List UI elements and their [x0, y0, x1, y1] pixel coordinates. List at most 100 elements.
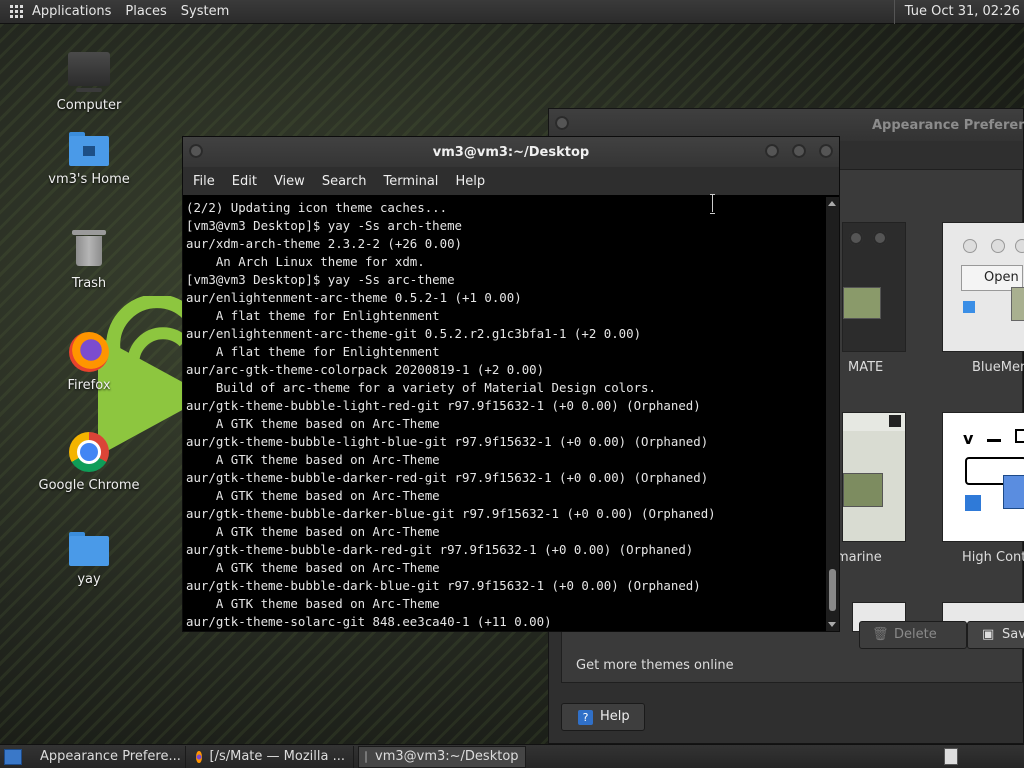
top-panel: Applications Places System Tue Oct 31, 0…: [0, 0, 1024, 24]
desktop-icon-label: Computer: [56, 98, 122, 113]
show-desktop-button[interactable]: [4, 748, 22, 765]
terminal-menubar: File Edit View Search Terminal Help: [183, 167, 839, 195]
clock[interactable]: Tue Oct 31, 02:26: [893, 0, 1024, 24]
terminal-line: A GTK theme based on Arc-Theme: [186, 488, 440, 503]
home-folder-icon: [69, 132, 109, 166]
open-label: Open: [984, 270, 1019, 285]
desktop-icon-trash[interactable]: Trash: [34, 230, 144, 291]
menu-edit[interactable]: Edit: [232, 174, 257, 189]
text-cursor-icon: [710, 194, 716, 214]
scroll-up-icon[interactable]: [828, 201, 836, 206]
terminal-line: aur/gtk-theme-bubble-light-blue-git r97.…: [186, 434, 709, 449]
theme-thumb-high-contrast[interactable]: v: [942, 412, 1024, 542]
menu-file[interactable]: File: [193, 174, 215, 189]
menu-view[interactable]: View: [274, 174, 305, 189]
terminal-line: aur/gtk-theme-bubble-darker-blue-git r97…: [186, 506, 716, 521]
close-icon: [889, 415, 901, 427]
terminal-line: (2/2) Updating icon theme caches...: [186, 200, 448, 215]
folder-icon: [1003, 475, 1024, 509]
desktop-icon-label: vm3's Home: [48, 172, 130, 187]
desktop-icon-label: Google Chrome: [38, 478, 140, 493]
menu-system[interactable]: System: [181, 4, 229, 19]
terminal-icon: [365, 750, 367, 763]
applications-grid-icon[interactable]: [10, 4, 24, 19]
minimize-icon[interactable]: [765, 144, 779, 158]
computer-icon: [68, 52, 110, 92]
desktop-icon-label: yay: [77, 572, 101, 587]
delete-label: Delete: [894, 627, 937, 642]
close-icon[interactable]: [819, 144, 833, 158]
terminal-output[interactable]: (2/2) Updating icon theme caches... [vm3@…: [185, 197, 825, 631]
terminal-line: A GTK theme based on Arc-Theme: [186, 560, 440, 575]
workspace-switcher[interactable]: [944, 748, 958, 765]
minimize-icon: [987, 439, 1001, 442]
window-menu-icon[interactable]: [555, 116, 569, 130]
checkbox-icon: [963, 301, 975, 313]
maximize-icon[interactable]: [792, 144, 806, 158]
task-label: Appearance Prefere...: [40, 749, 181, 764]
chevron-down-icon: v: [963, 429, 974, 448]
desktop-icon-label: Trash: [71, 276, 107, 291]
menu-help[interactable]: Help: [455, 174, 485, 189]
theme-thumb-bluementa[interactable]: Open: [942, 222, 1024, 352]
terminal-line: aur/gtk-theme-bubble-light-red-git r97.9…: [186, 398, 701, 413]
terminal-window[interactable]: vm3@vm3:~/Desktop File Edit View Search …: [182, 136, 840, 632]
theme-name-mate: MATE: [848, 360, 884, 375]
terminal-titlebar[interactable]: vm3@vm3:~/Desktop: [183, 137, 839, 167]
theme-thumb-mate[interactable]: [842, 222, 906, 352]
theme-name-bluementa: BlueMenta: [972, 360, 1024, 375]
folder-icon: [843, 473, 883, 507]
task-appearance[interactable]: Appearance Prefere...: [26, 745, 186, 768]
get-more-themes-link[interactable]: Get more themes online: [576, 658, 734, 673]
terminal-scrollbar[interactable]: [826, 197, 839, 631]
terminal-line: aur/gtk-theme-solarc-git 848.ee3ca40-1 (…: [186, 614, 552, 629]
window-title: vm3@vm3:~/Desktop: [432, 145, 590, 160]
terminal-line: An Arch Linux theme for xdm.: [186, 254, 425, 269]
help-button[interactable]: ? Help: [561, 703, 645, 731]
help-label: Help: [600, 709, 630, 724]
menu-places[interactable]: Places: [125, 4, 166, 19]
window-title: Appearance Preferences: [872, 118, 1024, 133]
theme-name-high-contrast: High Contr: [962, 550, 1024, 565]
help-icon: ?: [578, 710, 593, 725]
desktop-icon-home[interactable]: vm3's Home: [34, 132, 144, 187]
task-label: [/s/Mate — Mozilla ...: [209, 749, 345, 764]
floppy-icon: ▣: [982, 627, 995, 642]
folder-icon: [69, 532, 109, 566]
task-label: vm3@vm3:~/Desktop: [375, 749, 519, 764]
trash-icon: [72, 230, 106, 266]
save-label: Sav: [1002, 627, 1024, 642]
terminal-line: A flat theme for Enlightenment: [186, 308, 440, 323]
trash-icon: 🗑: [872, 627, 889, 642]
menu-terminal[interactable]: Terminal: [383, 174, 438, 189]
terminal-line: A GTK theme based on Arc-Theme: [186, 416, 440, 431]
terminal-line: aur/gtk-theme-bubble-dark-blue-git r97.9…: [186, 578, 701, 593]
maximize-icon: [1015, 429, 1024, 443]
scroll-down-icon[interactable]: [828, 622, 836, 627]
chrome-icon: [69, 432, 109, 472]
task-terminal[interactable]: vm3@vm3:~/Desktop: [358, 745, 526, 768]
desktop-icon-label: Firefox: [67, 378, 111, 393]
menu-applications[interactable]: Applications: [32, 4, 111, 19]
delete-button[interactable]: 🗑 Delete: [859, 621, 967, 649]
terminal-line: [vm3@vm3 Desktop]$ yay -Ss arch-theme: [186, 218, 463, 233]
terminal-line: aur/gtk-theme-bubble-dark-red-git r97.9f…: [186, 542, 694, 557]
firefox-icon: [196, 750, 202, 763]
terminal-line: A GTK theme based on Arc-Theme: [186, 524, 440, 539]
desktop-icon-firefox[interactable]: Firefox: [34, 332, 144, 393]
checkbox-icon: [965, 495, 981, 511]
terminal-line: [vm3@vm3 Desktop]$ yay -Ss arc-theme: [186, 272, 455, 287]
task-firefox[interactable]: [/s/Mate — Mozilla ...: [190, 745, 354, 768]
terminal-line: aur/arc-gtk-theme-colorpack 20200819-1 (…: [186, 362, 545, 377]
scrollbar-thumb[interactable]: [829, 569, 836, 611]
menu-search[interactable]: Search: [322, 174, 367, 189]
desktop-icon-computer[interactable]: Computer: [34, 52, 144, 113]
desktop-icon-chrome[interactable]: Google Chrome: [34, 432, 144, 493]
folder-icon: [1011, 287, 1024, 321]
theme-thumb-omarine[interactable]: [842, 412, 906, 542]
desktop-icon-yay[interactable]: yay: [34, 532, 144, 587]
folder-icon: [843, 287, 881, 319]
save-button[interactable]: ▣ Sav: [967, 621, 1024, 649]
firefox-icon: [69, 332, 109, 372]
terminal-line: aur/enlightenment-arc-theme-git 0.5.2.r2…: [186, 326, 642, 341]
